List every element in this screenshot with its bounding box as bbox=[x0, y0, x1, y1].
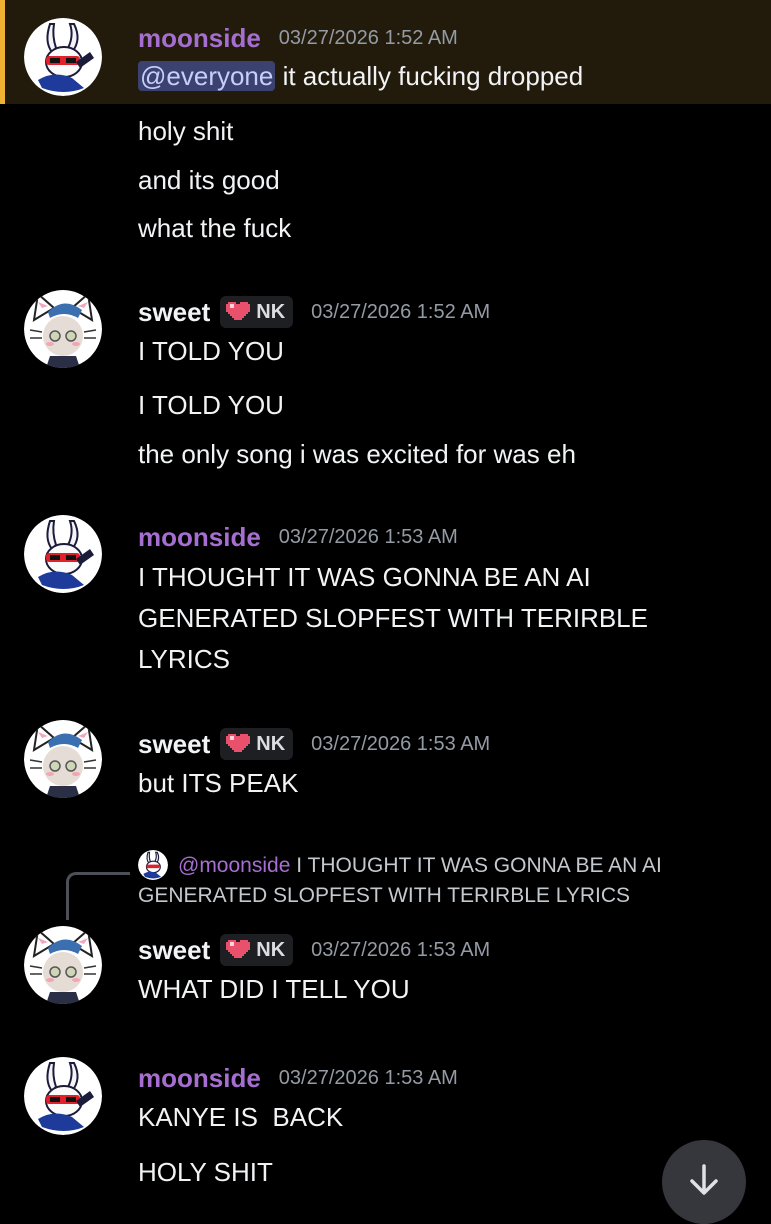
message-text: WHAT DID I TELL YOU bbox=[138, 974, 410, 1004]
reply-preview[interactable]: @moonside I THOUGHT IT WAS GONNA BE AN A… bbox=[178, 852, 662, 880]
message-text: HOLY SHIT bbox=[138, 1157, 273, 1187]
pixel-heart-icon bbox=[226, 938, 251, 963]
timestamp: 03/27/2026 1:52 AM bbox=[278, 26, 458, 49]
clan-tag[interactable]: NK bbox=[220, 728, 294, 760]
timestamp: 03/27/2026 1:53 AM bbox=[278, 1066, 458, 1089]
username[interactable]: moonside bbox=[138, 1063, 261, 1094]
reply-preview-continued[interactable]: GENERATED SLOPFEST WITH TERIRBLE LYRICS bbox=[138, 882, 630, 910]
message-text: what the fuck bbox=[138, 213, 292, 243]
reply-author: @moonside bbox=[178, 854, 291, 877]
clan-tag[interactable]: NK bbox=[220, 296, 294, 328]
reply-bunny-avatar[interactable] bbox=[138, 850, 168, 880]
reply-connector bbox=[66, 872, 130, 920]
cat-avatar[interactable] bbox=[24, 720, 102, 798]
timestamp: 03/27/2026 1:53 AM bbox=[278, 525, 458, 548]
message-text: the only song i was excited for was eh bbox=[138, 439, 576, 469]
mention-indicator-bar bbox=[0, 0, 5, 104]
message-text: holy shit bbox=[138, 116, 234, 146]
message-text: KANYE IS BACK bbox=[138, 1102, 344, 1132]
arrow-down-icon bbox=[690, 1164, 718, 1195]
everyone-mention[interactable]: @everyone bbox=[138, 61, 276, 91]
username[interactable]: moonside bbox=[138, 23, 261, 54]
username[interactable]: sweet bbox=[138, 729, 210, 760]
bunny-avatar[interactable] bbox=[24, 18, 102, 96]
timestamp: 03/27/2026 1:52 AM bbox=[311, 300, 491, 323]
username[interactable]: moonside bbox=[138, 522, 261, 553]
timestamp: 03/27/2026 1:53 AM bbox=[311, 732, 491, 755]
jump-to-present-button[interactable] bbox=[662, 1140, 746, 1224]
pixel-heart-icon bbox=[226, 300, 251, 325]
cat-avatar[interactable] bbox=[24, 290, 102, 368]
username[interactable]: sweet bbox=[138, 935, 210, 966]
message-group: moonside 03/27/2026 1:52 AM @everyone it… bbox=[0, 0, 771, 250]
message-text: I TOLD YOU bbox=[138, 336, 284, 366]
message-text: I TOLD YOU bbox=[138, 390, 284, 420]
cat-avatar[interactable] bbox=[24, 926, 102, 1004]
timestamp: 03/27/2026 1:53 AM bbox=[311, 938, 491, 961]
message-text: and its good bbox=[138, 165, 280, 195]
message-text: @everyone it actually fucking dropped bbox=[138, 61, 584, 91]
message-text: but ITS PEAK bbox=[138, 768, 299, 798]
message-text: I THOUGHT IT WAS GONNA BE AN AI GENERATE… bbox=[138, 562, 648, 674]
pixel-heart-icon bbox=[226, 732, 251, 757]
bunny-avatar[interactable] bbox=[24, 1057, 102, 1135]
bunny-avatar[interactable] bbox=[24, 515, 102, 593]
username[interactable]: sweet bbox=[138, 297, 210, 328]
clan-tag[interactable]: NK bbox=[220, 934, 294, 966]
